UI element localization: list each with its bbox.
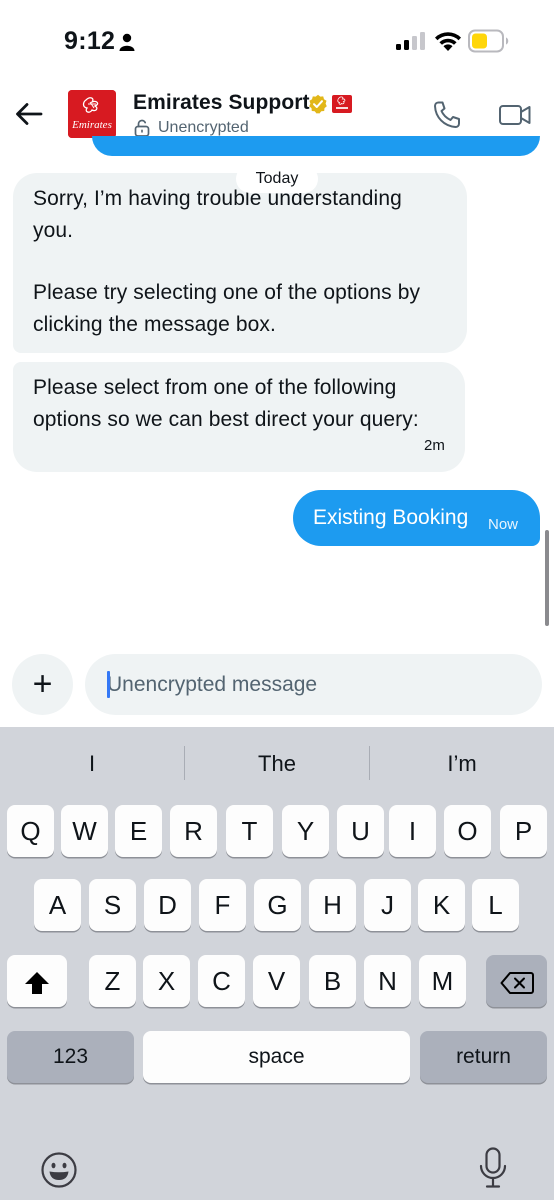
cellular-signal-icon [396, 32, 425, 50]
shift-key[interactable] [7, 955, 67, 1007]
avatar-text: Emirates [71, 119, 112, 131]
status-bar: 9:12 [0, 0, 554, 86]
key-m[interactable]: M [419, 955, 466, 1007]
key-f[interactable]: F [199, 879, 246, 931]
microphone-icon[interactable] [478, 1147, 508, 1189]
key-a[interactable]: A [34, 879, 81, 931]
incoming-message[interactable]: Please select from one of the following … [13, 362, 465, 472]
key-b[interactable]: B [309, 955, 356, 1007]
emirates-logo-icon: Emirates [68, 90, 116, 138]
message-timestamp: 2m [423, 437, 445, 454]
message-text: Please select from one of the following … [33, 376, 419, 431]
key-l[interactable]: L [472, 879, 519, 931]
key-z[interactable]: Z [89, 955, 136, 1007]
message-text: Existing Booking [313, 506, 469, 529]
numbers-key[interactable]: 123 [7, 1031, 134, 1083]
suggestion-1[interactable]: I [0, 745, 184, 783]
video-call-icon[interactable] [498, 100, 532, 130]
avatar[interactable]: Emirates [68, 90, 116, 138]
key-q[interactable]: Q [7, 805, 54, 857]
suggestion-3[interactable]: I’m [370, 745, 554, 783]
return-key[interactable]: return [420, 1031, 547, 1083]
suggestion-2[interactable]: The [185, 745, 369, 783]
key-i[interactable]: I [389, 805, 436, 857]
key-x[interactable]: X [143, 955, 190, 1007]
key-j[interactable]: J [364, 879, 411, 931]
message-text: Sorry, I’m having trouble understanding … [33, 187, 402, 242]
verified-badge-icon [309, 94, 327, 114]
delete-key[interactable] [486, 955, 547, 1007]
shift-arrow-icon [25, 972, 49, 995]
lock-open-icon [134, 119, 150, 137]
message-timestamp: Now [488, 516, 519, 533]
key-n[interactable]: N [364, 955, 411, 1007]
scrollbar[interactable] [545, 530, 549, 626]
key-w[interactable]: W [61, 805, 108, 857]
key-o[interactable]: O [444, 805, 491, 857]
person-icon [119, 33, 135, 51]
key-y[interactable]: Y [282, 805, 329, 857]
key-v[interactable]: V [253, 955, 300, 1007]
key-h[interactable]: H [309, 879, 356, 931]
previous-outgoing-bubble [92, 136, 540, 156]
key-r[interactable]: R [170, 805, 217, 857]
add-attachment-button[interactable]: + [12, 654, 73, 715]
outgoing-message[interactable]: Existing Booking Now [293, 490, 540, 546]
battery-icon [468, 29, 509, 53]
space-key[interactable]: space [143, 1031, 410, 1083]
encryption-status: Unencrypted [158, 119, 249, 136]
message-input[interactable] [85, 654, 542, 715]
back-arrow-icon[interactable] [14, 100, 44, 128]
key-p[interactable]: P [500, 805, 547, 857]
plus-icon: + [32, 665, 53, 703]
status-time: 9:12 [64, 27, 116, 55]
key-k[interactable]: K [418, 879, 465, 931]
key-e[interactable]: E [115, 805, 162, 857]
affiliate-badge-icon [332, 95, 352, 113]
backspace-icon [500, 972, 534, 995]
key-s[interactable]: S [89, 879, 136, 931]
wifi-icon [435, 32, 461, 51]
key-d[interactable]: D [144, 879, 191, 931]
contact-name[interactable]: Emirates Support [133, 91, 310, 115]
key-t[interactable]: T [226, 805, 273, 857]
emoji-icon[interactable] [40, 1151, 78, 1189]
incoming-message[interactable]: Sorry, I’m having trouble understanding … [13, 173, 467, 353]
key-c[interactable]: C [198, 955, 245, 1007]
text-cursor [107, 671, 110, 698]
key-g[interactable]: G [254, 879, 301, 931]
message-text: Please try selecting one of the options … [33, 281, 421, 336]
key-u[interactable]: U [337, 805, 384, 857]
keyboard: I The I’m Q W E R T Y U I O P A S D F G … [0, 727, 554, 1200]
date-separator: Today [236, 165, 318, 193]
phone-icon[interactable] [432, 100, 462, 130]
